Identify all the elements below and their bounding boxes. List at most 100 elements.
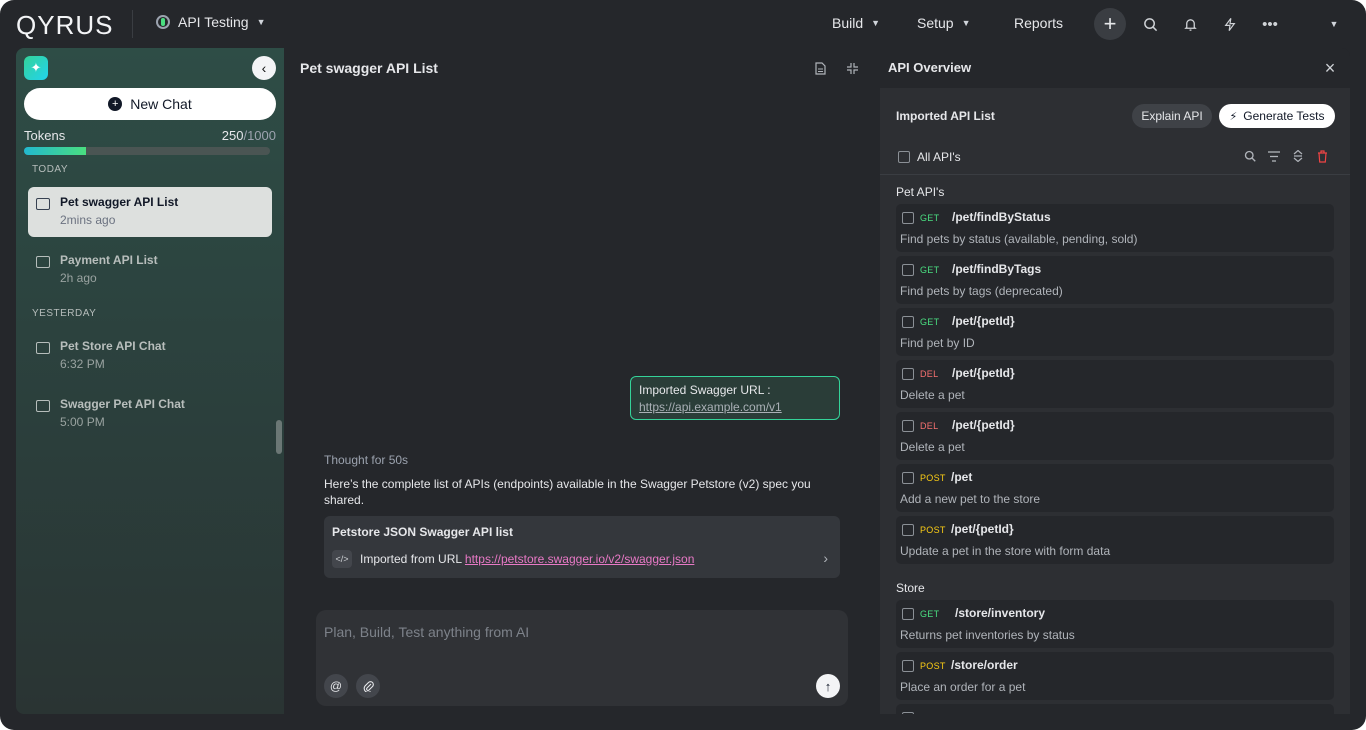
chevron-right-icon[interactable]: › [823,550,828,566]
endpoint-checkbox[interactable] [902,524,914,536]
endpoint-checkbox[interactable] [902,368,914,380]
endpoint-checkbox[interactable] [902,712,914,714]
generate-tests-label: Generate Tests [1243,109,1325,123]
nav-setup-label: Setup [917,15,954,31]
api-list-card[interactable]: Petstore JSON Swagger API list </> Impor… [324,516,840,578]
source-prefix: Imported from URL [360,552,465,566]
composer-placeholder[interactable]: Plan, Build, Test anything from AI [324,624,529,640]
nav-reports-label: Reports [1014,15,1064,31]
method-badge: GET [920,317,940,327]
logo-text: QYRUS [16,10,114,40]
endpoint-row[interactable]: DEL /pet/{petId} Delete a pet [896,412,1334,460]
sidebar-scrollbar[interactable] [276,420,282,454]
explain-api-button[interactable]: Explain API [1132,104,1212,128]
user-message-label: Imported Swagger URL : [639,383,771,397]
new-chat-button[interactable]: + New Chat [24,88,276,120]
more-icon[interactable]: ••• [1258,12,1282,36]
nav-build[interactable]: Build ▼ [832,15,880,31]
app-icon [156,15,170,29]
method-badge: DEL [920,421,939,431]
mention-icon[interactable]: @ [324,674,348,698]
sort-icon[interactable] [1291,149,1305,163]
select-all-label: All API's [917,150,961,164]
endpoint-path: /pet/{petId} [952,366,1015,380]
search-icon[interactable] [1138,12,1162,36]
endpoint-checkbox[interactable] [902,316,914,328]
method-badge: POST [920,661,946,671]
collapse-icon[interactable] [844,60,860,76]
app-switcher[interactable]: API Testing ▼ [156,14,265,30]
endpoint-row[interactable]: POST /pet Add a new pet to the store [896,464,1334,512]
bell-icon[interactable] [1178,12,1202,36]
thought-duration[interactable]: Thought for 50s [324,453,408,467]
chevron-down-icon: ▼ [871,18,881,28]
top-bar: QYRUS API Testing ▼ Build ▼ Setup ▼ Repo… [0,0,1366,48]
chat-item-title: Pet swagger API List [60,195,179,209]
lightning-icon[interactable] [1218,12,1242,36]
api-list-card-title: Petstore JSON Swagger API list [332,525,513,539]
endpoint-row[interactable]: GET /pet/findByTags Find pets by tags (d… [896,256,1334,304]
chat-bubble-icon [36,342,50,354]
collapse-sidebar-button[interactable]: ‹ [252,56,276,80]
endpoint-row[interactable]: POST /store/order Place an order for a p… [896,652,1334,700]
chat-item-time: 2h ago [60,271,97,285]
user-message-url[interactable]: https://api.example.com/v1 [639,399,831,416]
divider [132,10,133,38]
api-overview-panel: API Overview × Imported API List Explain… [880,48,1350,714]
endpoint-checkbox[interactable] [902,472,914,484]
chevron-down-icon[interactable]: ▼ [1322,12,1346,36]
nav-setup[interactable]: Setup ▼ [917,15,971,31]
endpoint-checkbox[interactable] [902,264,914,276]
generate-tests-button[interactable]: ⚡ Generate Tests [1219,104,1335,128]
api-overview-title: API Overview [888,60,972,75]
endpoint-row[interactable]: DEL /pet/{petId} Delete a pet [896,360,1334,408]
swagger-link[interactable]: https://petstore.swagger.io/v2/swagger.j… [465,552,694,566]
chevron-down-icon: ▼ [256,17,266,27]
assistant-message: Here’s the complete list of APIs (endpoi… [324,477,811,507]
endpoint-description: Returns pet inventories by status [900,628,1075,642]
ai-sparkle-icon: ✦ [24,56,48,80]
chat-item[interactable]: Swagger Pet API Chat 5:00 PM [28,389,272,439]
tokens-row: Tokens 250/1000 [24,128,276,143]
select-all-checkbox[interactable] [898,151,910,163]
tokens-progress-bar [24,147,270,155]
endpoint-checkbox[interactable] [902,420,914,432]
endpoint-row[interactable]: GET /store/inventory Returns pet invento… [896,600,1334,648]
endpoint-description: Delete a pet [900,388,965,402]
imported-api-list-title: Imported API List [896,109,995,123]
tokens-used: 250 [221,128,244,143]
nav-reports[interactable]: Reports [1014,15,1063,31]
section-today: TODAY [32,164,69,175]
add-icon[interactable]: + [1094,8,1126,40]
send-button[interactable]: ↑ [816,674,840,698]
endpoint-path: /pet [951,470,973,484]
endpoint-row[interactable]: POST /pet/{petId} Update a pet in the st… [896,516,1334,564]
plus-icon: + [108,97,123,111]
filter-icon[interactable] [1267,149,1281,163]
endpoint-row[interactable]: GET /pet/{petId} Find pet by ID [896,308,1334,356]
endpoint-path: /pet/{petId} [952,418,1015,432]
endpoint-row[interactable]: GET /pet/findByStatus Find pets by statu… [896,204,1334,252]
tokens-max: /1000 [243,128,276,143]
lightning-icon: ⚡ [1229,110,1238,123]
endpoint-row-partial[interactable] [896,704,1334,714]
chat-item-time: 5:00 PM [60,415,105,429]
chat-item[interactable]: Payment API List 2h ago [28,245,272,295]
chat-composer[interactable]: Plan, Build, Test anything from AI @ ↑ [316,610,848,706]
qyrus-logo[interactable]: QYRUS [16,10,113,41]
chat-item[interactable]: Pet Store API Chat 6:32 PM [28,331,272,381]
attach-icon[interactable] [356,674,380,698]
endpoint-checkbox[interactable] [902,608,914,620]
endpoint-path: /pet/{petId} [951,522,1014,536]
close-icon[interactable]: × [1320,58,1340,78]
app-window: QYRUS API Testing ▼ Build ▼ Setup ▼ Repo… [0,0,1366,730]
search-icon[interactable] [1243,149,1257,163]
document-icon[interactable] [812,60,828,76]
endpoint-path: /pet/{petId} [952,314,1015,328]
trash-icon[interactable] [1315,149,1329,163]
endpoint-checkbox[interactable] [902,660,914,672]
select-all-row[interactable]: All API's [898,150,961,164]
endpoint-path: /store/inventory [955,606,1046,620]
endpoint-checkbox[interactable] [902,212,914,224]
chat-item-active[interactable]: Pet swagger API List 2mins ago [28,187,272,237]
